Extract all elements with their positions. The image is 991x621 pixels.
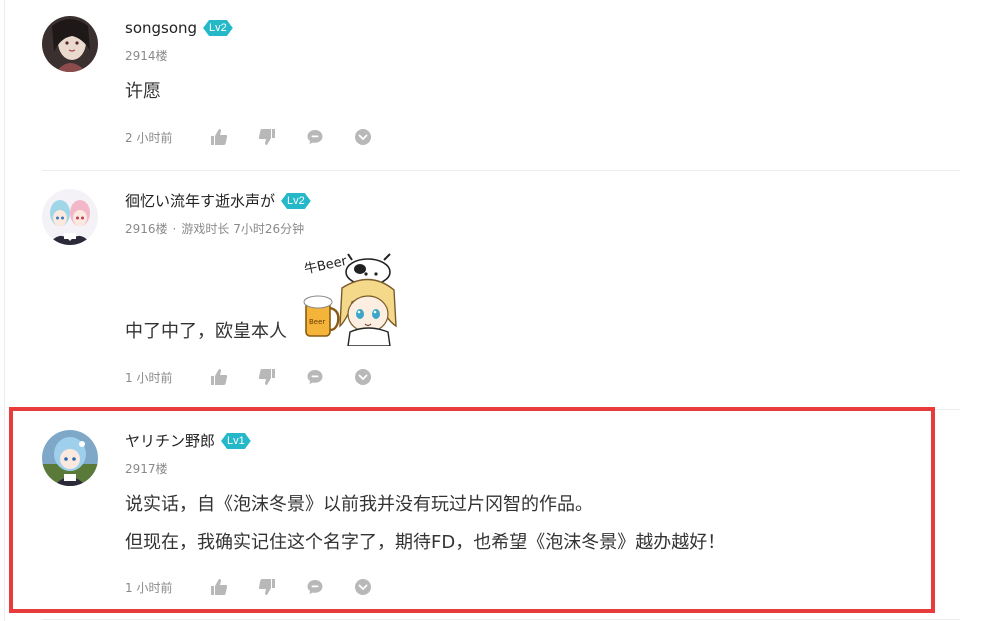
chevron-down-circle-icon [355,129,371,145]
meta-separator: · [172,222,177,236]
comment-time: 1 小时前 [125,370,173,385]
comment-divider [42,170,960,171]
comment-bubble-icon [307,370,323,384]
floor-number: 2916楼 [125,222,168,236]
more-button[interactable] [353,127,373,147]
comment-text-line: 但现在，我确实记住这个名字了，期待FD，也希望《泡沫冬景》越办越好！ [125,532,726,553]
thumbs-up-icon [211,369,228,385]
left-border [4,0,5,621]
comment-text-line: 说实话，自《泡沫冬景》以前我并没有玩过片冈智的作品。 [125,494,593,515]
reply-button[interactable] [305,577,325,597]
comment-bubble-icon [307,130,323,144]
comment-text-line: 许愿 [125,81,161,102]
comment-time: 2 小时前 [125,130,173,145]
comment-bubble-icon [307,580,323,594]
thumbs-down-icon [258,579,275,595]
comment-time: 1 小时前 [125,580,173,595]
username[interactable]: ヤリチン野郎 [125,430,215,452]
beer-cow-sticker: 牛Beer Beer [302,252,400,347]
svg-text:Beer: Beer [309,318,325,326]
level-badge: Lv2 [281,193,311,209]
more-button[interactable] [353,367,373,387]
comment-text-line: 中了中了，欧皇本人 [125,321,287,342]
floor-number: 2917楼 [125,462,168,476]
comment-feed: songsong Lv2 2914楼 许愿 2 小时前 徊忆い流年す逝水声が L… [0,0,991,621]
thumbs-up-icon [211,129,228,145]
thumbs-down-icon [258,369,275,385]
like-button[interactable] [209,367,229,387]
username[interactable]: songsong [125,17,197,39]
playtime: 游戏时长 7小时26分钟 [181,222,305,236]
avatar[interactable] [42,189,98,245]
comment-divider [42,409,960,410]
floor-number: 2914楼 [125,49,168,63]
dislike-button[interactable] [257,577,277,597]
thumbs-down-icon [258,129,275,145]
like-button[interactable] [209,127,229,147]
username[interactable]: 徊忆い流年す逝水声が [125,190,275,212]
reply-button[interactable] [305,127,325,147]
level-badge: Lv2 [203,20,233,36]
avatar[interactable] [42,16,98,72]
level-badge: Lv1 [221,433,251,449]
dislike-button[interactable] [257,367,277,387]
dislike-button[interactable] [257,127,277,147]
chevron-down-circle-icon [355,579,371,595]
reply-button[interactable] [305,367,325,387]
thumbs-up-icon [211,579,228,595]
chevron-down-circle-icon [355,369,371,385]
more-button[interactable] [353,577,373,597]
sticker-text: 牛Beer [303,254,349,278]
avatar[interactable] [42,430,98,486]
like-button[interactable] [209,577,229,597]
comment-divider [42,619,960,620]
